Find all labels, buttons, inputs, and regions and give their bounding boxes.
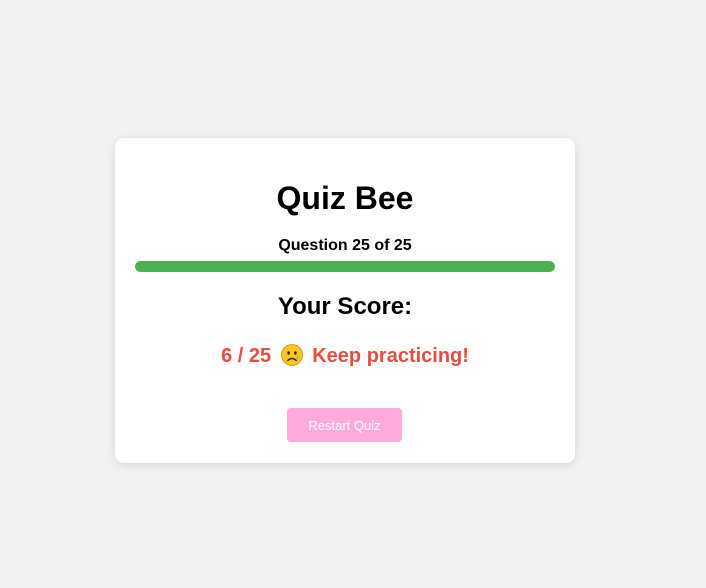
restart-quiz-button[interactable]: Restart Quiz [287,408,402,442]
score-result: 6 / 25 Keep practicing! [115,344,575,368]
score-heading: Your Score: [277,293,413,320]
progress-bar-fill [135,261,555,272]
quiz-title: Quiz Bee [276,180,414,216]
feedback-text: Keep practicing! [312,345,469,367]
quiz-card: Quiz Bee Question 25 of 25 Your Score: 6… [115,138,575,463]
progress-bar [135,261,555,272]
progress-text: Question 25 of 25 [278,237,412,254]
sad-face-icon [280,344,303,366]
score-value: 6 / 25 [221,345,272,367]
